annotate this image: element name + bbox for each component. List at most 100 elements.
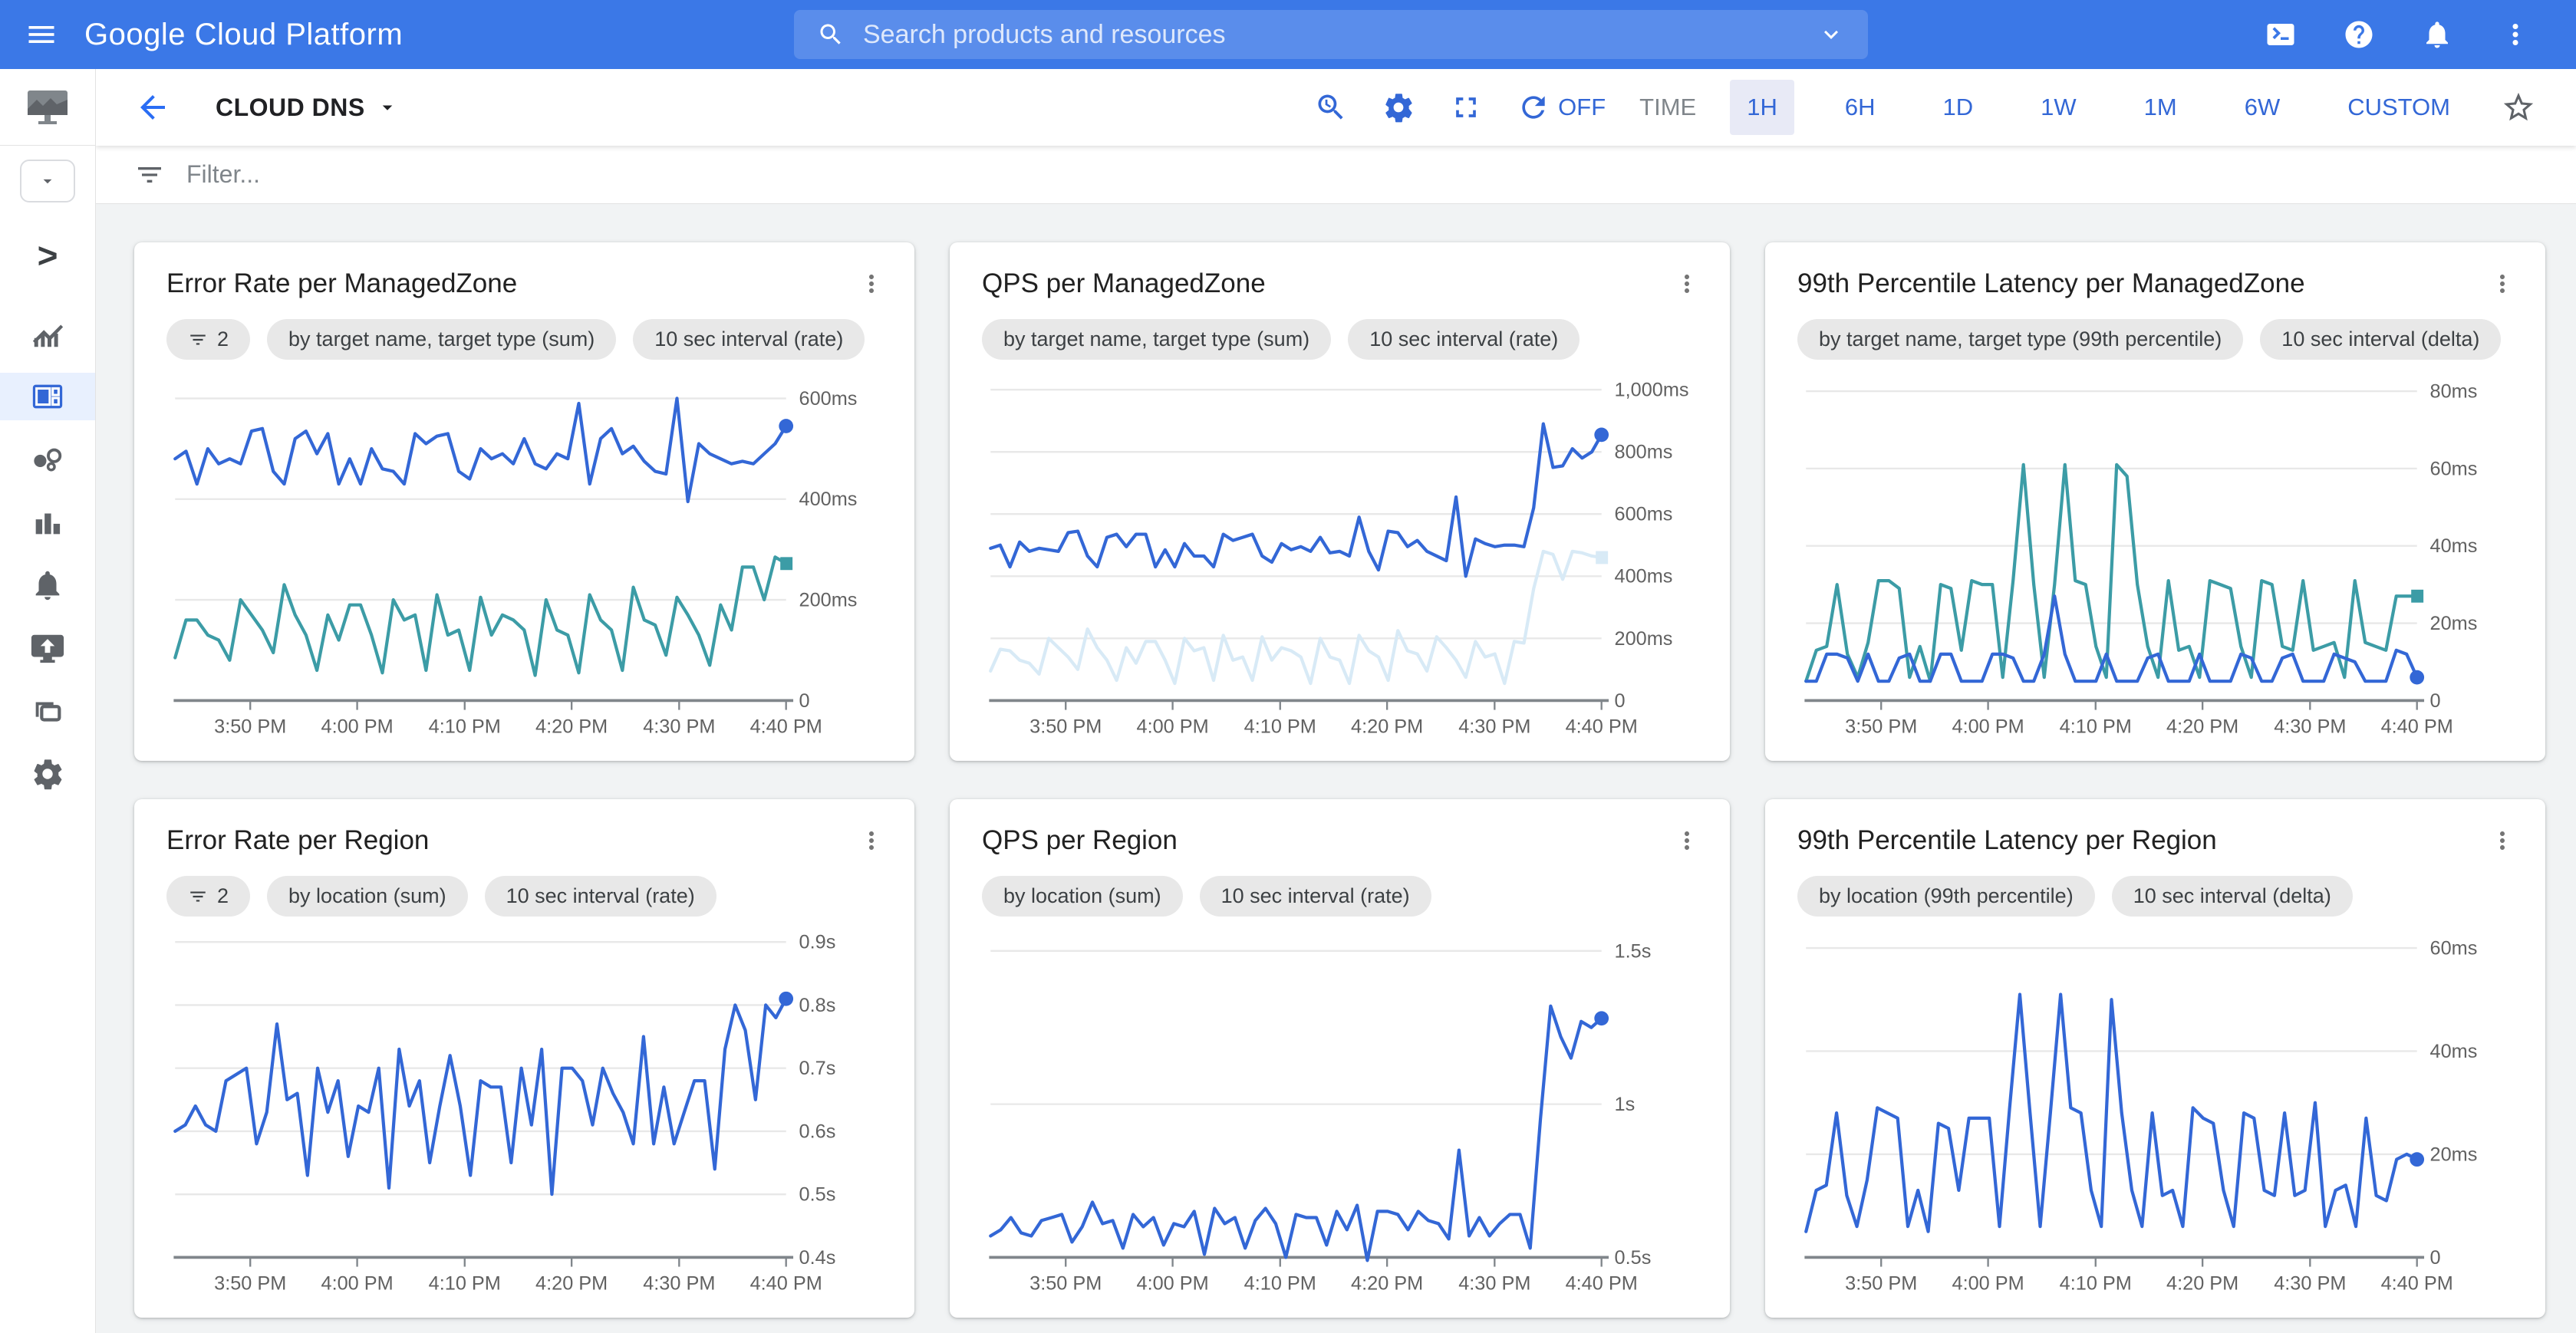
aggregation-chip[interactable]: by target name, target type (sum): [267, 319, 616, 360]
dashboard-title-caret-icon[interactable]: [376, 96, 399, 119]
zoom-timeline-icon[interactable]: [1314, 91, 1348, 124]
aggregation-chip[interactable]: 10 sec interval (delta): [2112, 876, 2353, 917]
svg-text:0.7s: 0.7s: [799, 1058, 836, 1079]
chart-menu-icon[interactable]: [1673, 827, 1701, 854]
chart-chips: by target name, target type (99th percen…: [1797, 319, 2516, 360]
sidebar-item-services[interactable]: [0, 436, 95, 483]
chart-canvas[interactable]: 80ms60ms40ms20ms03:50 PM4:00 PM4:10 PM4:…: [1797, 363, 2516, 736]
auto-refresh-toggle[interactable]: OFF: [1517, 91, 1606, 124]
chart-canvas[interactable]: 0.9s0.8s0.7s0.6s0.5s0.4s3:50 PM4:00 PM4:…: [166, 920, 885, 1293]
time-range-6w[interactable]: 6W: [2228, 80, 2298, 135]
filter-count-chip[interactable]: 2: [166, 319, 250, 360]
sidebar-item-dashboards[interactable]: [0, 373, 95, 420]
svg-text:80ms: 80ms: [2430, 380, 2478, 402]
notifications-icon[interactable]: [2421, 18, 2453, 51]
svg-text:4:30 PM: 4:30 PM: [1458, 716, 1530, 737]
time-range-1h[interactable]: 1H: [1730, 80, 1794, 135]
time-range-6h[interactable]: 6H: [1828, 80, 1892, 135]
chart-card-qps-managedzone: QPS per ManagedZone by target name, targ…: [950, 242, 1730, 761]
help-icon[interactable]: [2343, 18, 2375, 51]
chart-menu-icon[interactable]: [858, 827, 885, 854]
chart-canvas[interactable]: 600ms400ms200ms03:50 PM4:00 PM4:10 PM4:2…: [166, 363, 885, 736]
search-input[interactable]: [863, 20, 1799, 50]
back-arrow-icon[interactable]: [134, 89, 171, 126]
time-range-1d[interactable]: 1D: [1926, 80, 1991, 135]
aggregation-chip[interactable]: 10 sec interval (rate): [1200, 876, 1431, 917]
left-sidebar: >: [0, 69, 96, 1333]
sidebar-item-settings[interactable]: [0, 750, 95, 798]
filter-icon: [188, 887, 208, 907]
svg-text:4:40 PM: 4:40 PM: [2381, 716, 2453, 737]
aggregation-chip[interactable]: 10 sec interval (delta): [2260, 319, 2501, 360]
chart-menu-icon[interactable]: [2489, 270, 2516, 298]
sidebar-item-alerting[interactable]: [0, 561, 95, 609]
svg-text:1s: 1s: [1615, 1094, 1636, 1115]
svg-text:4:30 PM: 4:30 PM: [2274, 716, 2346, 737]
svg-text:4:10 PM: 4:10 PM: [1244, 716, 1316, 737]
workspace-picker[interactable]: [20, 160, 75, 202]
aggregation-chip[interactable]: 10 sec interval (rate): [1348, 319, 1580, 360]
time-range-1w[interactable]: 1W: [2024, 80, 2093, 135]
svg-text:4:40 PM: 4:40 PM: [1566, 1273, 1638, 1294]
svg-text:4:20 PM: 4:20 PM: [1351, 716, 1423, 737]
chart-menu-icon[interactable]: [2489, 827, 2516, 854]
cloud-shell-icon[interactable]: [2265, 18, 2297, 51]
time-label: TIME: [1639, 94, 1696, 121]
filter-count-chip[interactable]: 2: [166, 876, 250, 917]
sidebar-item-groups[interactable]: [0, 687, 95, 735]
svg-text:4:00 PM: 4:00 PM: [1137, 716, 1209, 737]
aggregation-chip[interactable]: 10 sec interval (rate): [633, 319, 865, 360]
expand-sidebar-button[interactable]: >: [38, 238, 58, 273]
chart-canvas[interactable]: 1.5s1s0.5s3:50 PM4:00 PM4:10 PM4:20 PM4:…: [982, 920, 1701, 1293]
time-range-1m[interactable]: 1M: [2127, 80, 2194, 135]
svg-text:40ms: 40ms: [2430, 535, 2478, 557]
dashboard-toolbar: CLOUD DNS OFF TIME 1H 6H 1D 1W 1M 6W CUS…: [96, 69, 2576, 146]
svg-text:600ms: 600ms: [799, 388, 858, 410]
star-icon[interactable]: [2501, 90, 2536, 125]
filter-icon: [188, 330, 208, 350]
product-title: Google Cloud Platform: [84, 18, 403, 52]
aggregation-chip[interactable]: by location (sum): [267, 876, 468, 917]
svg-text:60ms: 60ms: [2430, 937, 2478, 959]
time-range-custom[interactable]: CUSTOM: [2331, 80, 2467, 135]
svg-text:0.4s: 0.4s: [799, 1247, 836, 1269]
dashboard-title[interactable]: CLOUD DNS: [216, 94, 365, 122]
chart-menu-icon[interactable]: [1673, 270, 1701, 298]
svg-text:4:30 PM: 4:30 PM: [643, 716, 715, 737]
chart-chips: by location (99th percentile) 10 sec inte…: [1797, 876, 2516, 917]
chart-title: 99th Percentile Latency per Region: [1797, 825, 2217, 856]
chart-canvas[interactable]: 60ms40ms20ms03:50 PM4:00 PM4:10 PM4:20 P…: [1797, 920, 2516, 1293]
chart-title: QPS per ManagedZone: [982, 268, 1266, 299]
svg-text:4:20 PM: 4:20 PM: [535, 1273, 608, 1294]
menu-icon[interactable]: [25, 18, 58, 51]
fullscreen-icon[interactable]: [1449, 91, 1483, 124]
svg-text:0.5s: 0.5s: [799, 1184, 836, 1206]
chart-chips: by target name, target type (sum) 10 sec …: [982, 319, 1701, 360]
svg-text:4:40 PM: 4:40 PM: [750, 716, 822, 737]
aggregation-chip[interactable]: by location (sum): [982, 876, 1183, 917]
svg-text:0: 0: [799, 690, 810, 712]
svg-text:3:50 PM: 3:50 PM: [214, 1273, 286, 1294]
global-search[interactable]: [794, 10, 1868, 59]
svg-text:3:50 PM: 3:50 PM: [1029, 716, 1102, 737]
chevron-down-icon[interactable]: [1817, 21, 1845, 48]
settings-icon[interactable]: [1382, 91, 1415, 124]
monitoring-logo-icon[interactable]: [0, 69, 95, 146]
svg-text:3:50 PM: 3:50 PM: [1029, 1273, 1102, 1294]
filter-input[interactable]: [186, 160, 2576, 189]
aggregation-chip[interactable]: by location (99th percentile): [1797, 876, 2095, 917]
svg-text:20ms: 20ms: [2430, 613, 2478, 634]
svg-text:1.5s: 1.5s: [1615, 940, 1652, 962]
svg-text:3:50 PM: 3:50 PM: [214, 716, 286, 737]
sidebar-item-uptime-checks[interactable]: [0, 624, 95, 672]
aggregation-chip[interactable]: 10 sec interval (rate): [485, 876, 716, 917]
aggregation-chip[interactable]: by target name, target type (sum): [982, 319, 1331, 360]
more-vert-icon[interactable]: [2499, 18, 2532, 51]
sidebar-item-metrics-explorer[interactable]: [0, 310, 95, 357]
aggregation-chip[interactable]: by target name, target type (99th percen…: [1797, 319, 2243, 360]
chart-canvas[interactable]: 1,000ms800ms600ms400ms200ms03:50 PM4:00 …: [982, 363, 1701, 736]
sidebar-item-reports[interactable]: [0, 499, 95, 546]
svg-text:4:40 PM: 4:40 PM: [2381, 1273, 2453, 1294]
chart-menu-icon[interactable]: [858, 270, 885, 298]
svg-text:400ms: 400ms: [799, 489, 858, 510]
